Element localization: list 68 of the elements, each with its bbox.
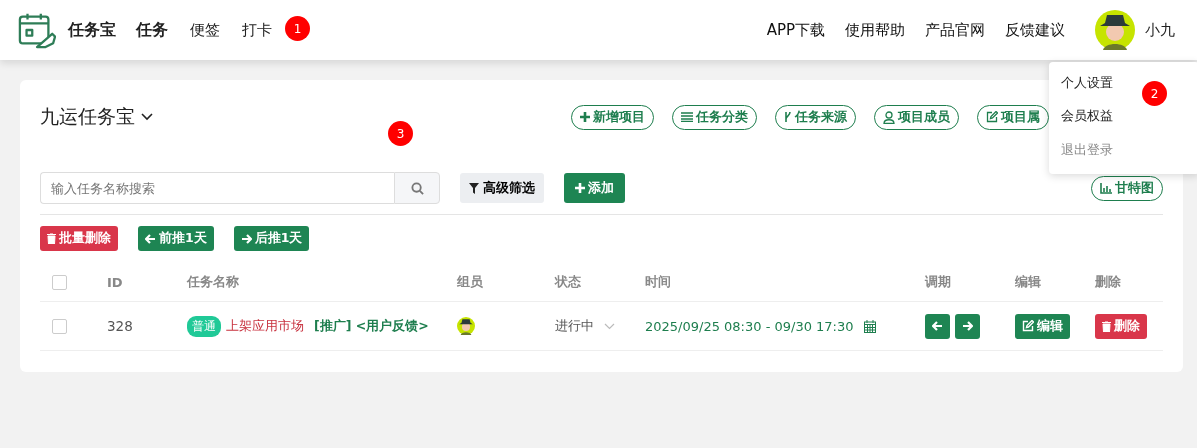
edit-icon [986, 111, 998, 123]
nav-tab[interactable]: 任务 [136, 19, 168, 41]
column-header: 任务名称 [187, 273, 240, 291]
add-button[interactable]: 添加 [564, 173, 625, 203]
move-earlier-button[interactable] [925, 313, 950, 339]
column-header: 删除 [1095, 273, 1122, 291]
app-name: 任务宝 [68, 19, 116, 41]
project-action-button[interactable]: 新增项目 [571, 104, 654, 130]
delete-button[interactable]: 删除 [1095, 313, 1147, 339]
project-action-button[interactable]: 任务来源 [775, 104, 856, 130]
column-header: 组员 [457, 273, 484, 291]
header-link[interactable]: 反馈建议 [1005, 20, 1065, 40]
project-action-button[interactable]: 项目成员 [874, 104, 959, 130]
project-dropdown[interactable]: 九运任务宝 [40, 104, 153, 130]
arrow-right-icon [962, 321, 973, 331]
nav-tab[interactable]: 便签 [190, 20, 220, 40]
chevron-down-icon [604, 322, 615, 330]
trash-icon [1102, 320, 1111, 332]
column-header: 状态 [555, 273, 582, 291]
task-time: 2025/09/25 08:30 - 09/30 17:30 [645, 318, 854, 334]
header-link[interactable]: APP下载 [766, 20, 825, 40]
row-checkbox[interactable] [52, 318, 67, 334]
edit-button[interactable]: 编辑 [1015, 313, 1070, 339]
bar-chart-icon [1100, 182, 1112, 194]
search-button[interactable] [394, 172, 440, 204]
column-header: 编辑 [1015, 273, 1042, 291]
user-icon [883, 110, 895, 124]
avatar-icon [457, 317, 475, 335]
arrow-left-icon [932, 321, 943, 331]
bulk-action-button[interactable]: 后推1天 [233, 226, 310, 251]
task-name-link[interactable]: 上架应用市场 [226, 317, 304, 335]
bulk-action-button[interactable]: 批量删除 [40, 226, 118, 251]
column-header: 调期 [925, 273, 952, 291]
task-labels: [推广] <用户反馈> [314, 317, 429, 335]
move-later-button[interactable] [955, 313, 980, 339]
chevron-down-icon [141, 113, 153, 121]
menu-item[interactable]: 会员权益 [1061, 107, 1113, 141]
menu-item[interactable]: 退出登录 [1061, 140, 1113, 174]
search-field[interactable]: 输入任务名称搜索 [40, 172, 394, 204]
select-all-checkbox[interactable] [52, 274, 67, 290]
list-icon [681, 112, 693, 122]
column-header: 时间 [645, 273, 672, 291]
search-icon [410, 181, 424, 195]
menu-item[interactable]: 个人设置 [1061, 74, 1113, 108]
header-link[interactable]: 使用帮助 [845, 20, 905, 40]
nav-tab[interactable]: 打卡 [242, 20, 272, 40]
plus-icon [575, 183, 585, 193]
header-link[interactable]: 产品官网 [925, 20, 985, 40]
plus-icon [580, 112, 590, 122]
arrow-right-icon [240, 233, 252, 244]
priority-tag: 普通 [187, 315, 221, 337]
arrow-left-icon [145, 233, 156, 244]
task-id: 328 [107, 318, 134, 334]
column-header: ID [107, 274, 124, 290]
avatar-icon[interactable] [1095, 10, 1135, 50]
status-select[interactable]: 进行中 [555, 317, 615, 335]
edit-icon [1022, 320, 1034, 332]
user-name[interactable]: 小九 [1145, 20, 1175, 40]
bulk-action-button[interactable]: 前推1天 [138, 226, 214, 251]
calendar-note-icon [18, 11, 56, 49]
trash-icon [47, 233, 56, 244]
project-action-button[interactable]: 任务分类 [672, 104, 757, 130]
branch-icon [784, 111, 792, 123]
calendar-icon[interactable] [863, 319, 876, 333]
gantt-chart-button[interactable]: 甘特图 [1091, 175, 1163, 201]
filter-icon [469, 182, 479, 194]
filter-button[interactable]: 高级筛选 [460, 173, 544, 203]
project-action-button[interactable]: 项目属 [977, 104, 1049, 130]
